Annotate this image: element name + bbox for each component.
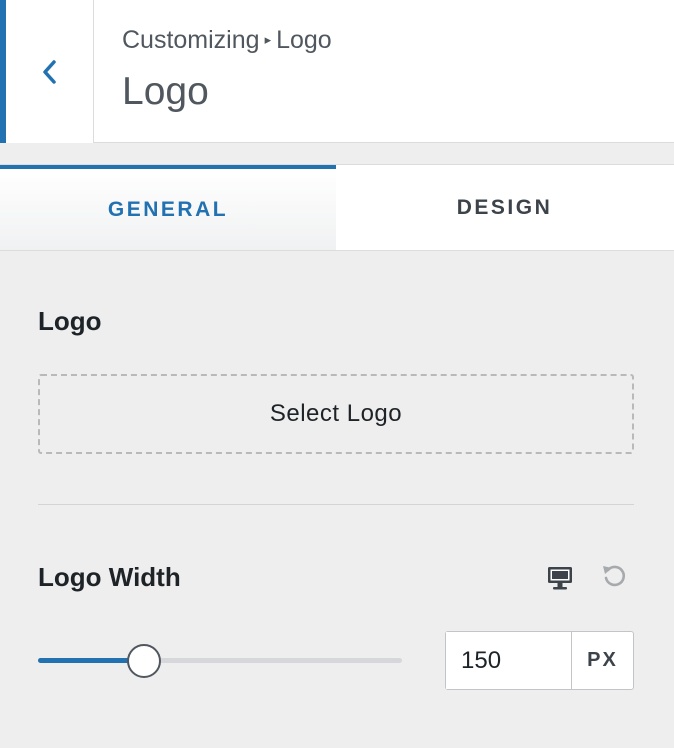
tab-design[interactable]: DESIGN — [336, 165, 673, 250]
logo-width-input[interactable] — [446, 632, 572, 689]
tab-general[interactable]: GENERAL — [0, 165, 336, 250]
page-title: Logo — [122, 70, 209, 113]
logo-width-slider-handle[interactable] — [126, 644, 161, 678]
desktop-icon[interactable] — [546, 565, 574, 591]
logo-width-label: Logo Width — [38, 562, 181, 592]
logo-section-label: Logo — [38, 306, 102, 336]
tab-bar: GENERAL DESIGN — [0, 165, 674, 251]
breadcrumb-separator: ▸ — [264, 32, 272, 47]
back-button[interactable] — [0, 0, 94, 143]
breadcrumb-current: Logo — [276, 26, 332, 54]
unit-selector[interactable]: PX — [572, 632, 633, 689]
logo-width-number-field: PX — [445, 631, 634, 690]
breadcrumb-root: Customizing — [122, 26, 260, 54]
reset-icon[interactable] — [601, 563, 627, 589]
breadcrumb: Customizing ▸ Logo — [122, 26, 332, 55]
section-divider — [38, 504, 634, 505]
select-logo-button[interactable]: Select Logo — [38, 374, 634, 454]
customizer-header: Customizing ▸ Logo Logo — [0, 0, 674, 143]
header-spacer — [0, 143, 674, 165]
chevron-left-icon — [42, 59, 56, 84]
